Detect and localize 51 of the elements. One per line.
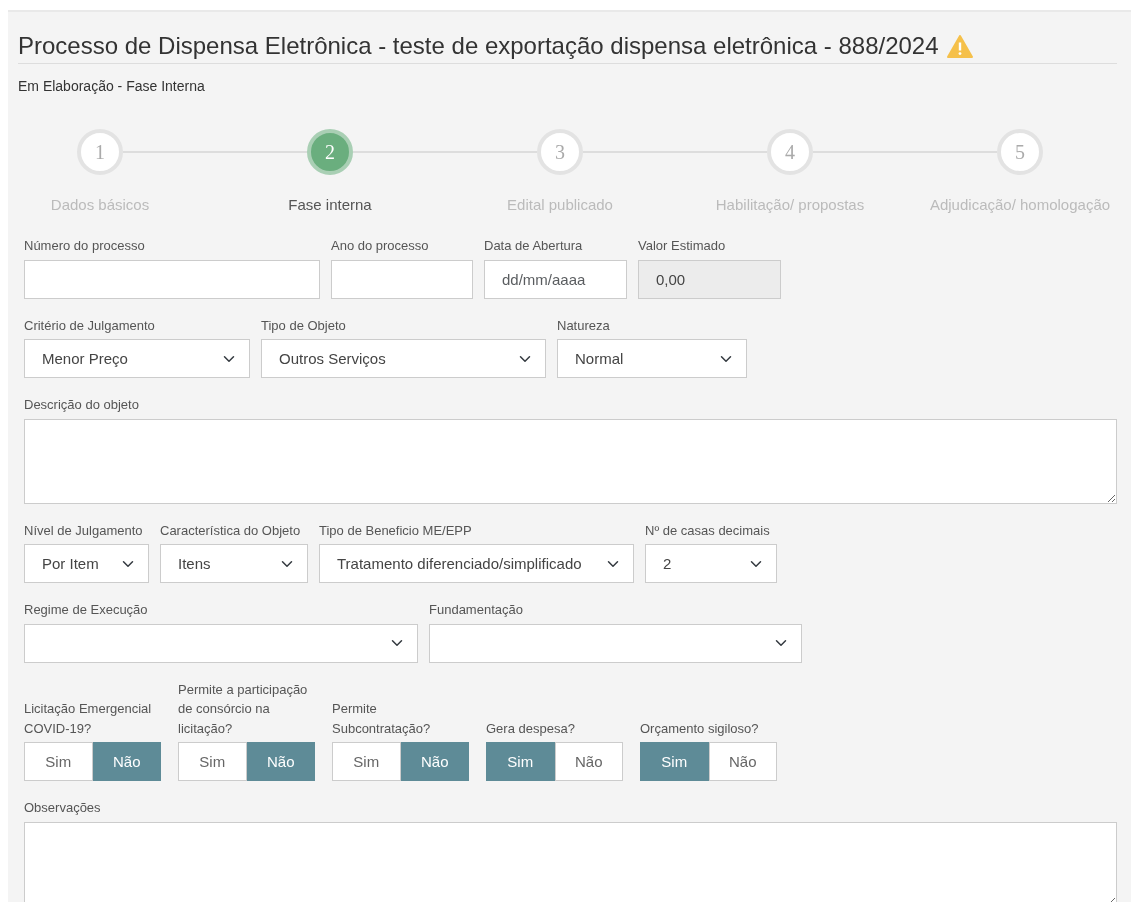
field-label: Orçamento sigiloso?: [640, 719, 760, 738]
field-label: Gera despesa?: [486, 719, 576, 738]
text-field[interactable]: dd/mm/aaaa: [484, 259, 627, 299]
step-label: Habilitação/ propostas: [715, 194, 865, 215]
toggle-option[interactable]: Não: [92, 742, 161, 782]
field-label: Tipo de Objeto: [261, 316, 347, 335]
field-label: Permite a participação de consórcio na licitação?: [178, 680, 309, 738]
field-label: Observações: [24, 799, 102, 818]
dropdown[interactable]: Menor Preço: [24, 339, 250, 379]
dropdown[interactable]: [429, 623, 802, 663]
step-label: Adjudicação/ homologação: [929, 194, 1111, 215]
step-label: Dados básicos: [50, 194, 150, 215]
field-label: Nº de casas decimais: [645, 521, 771, 540]
field-label: Data de Abertura: [484, 237, 584, 256]
toggle-option[interactable]: Não: [708, 742, 777, 782]
text-field[interactable]: [24, 259, 320, 299]
toggle-option[interactable]: Não: [554, 742, 623, 782]
page-title: Processo de Dispensa Eletrônica - teste de exportação dispensa eletrônica - 888/2024: [18, 32, 939, 61]
toggle-option[interactable]: Sim: [486, 742, 555, 782]
field-label: Valor Estimado: [638, 237, 727, 256]
field-label: Critério de Julgamento: [24, 316, 156, 335]
field-label: Regime de Execução: [24, 601, 149, 620]
text-area[interactable]: [24, 821, 1117, 902]
dropdown[interactable]: Itens: [160, 544, 308, 584]
step-label: Edital publicado: [507, 194, 613, 215]
toggle-option[interactable]: Não: [246, 742, 315, 782]
field-label: Permite Subcontratação?: [332, 700, 432, 738]
field-label: Ano do processo: [331, 237, 430, 256]
text-field[interactable]: [331, 259, 473, 299]
field-label: Característica do Objeto: [160, 521, 302, 540]
dropdown[interactable]: Outros Serviços: [261, 339, 546, 379]
dropdown[interactable]: [24, 623, 418, 663]
toggle-option[interactable]: Sim: [178, 742, 247, 782]
toggle-option[interactable]: Sim: [24, 742, 93, 782]
step-label: Fase interna: [288, 194, 372, 215]
toggle-option[interactable]: Sim: [332, 742, 401, 782]
field-label: Natureza: [557, 316, 611, 335]
field-label: Descrição do objeto: [24, 396, 140, 415]
field-label: Tipo de Beneficio ME/EPP: [319, 521, 473, 540]
text-area[interactable]: [24, 418, 1117, 504]
dropdown[interactable]: Tratamento diferenciado/simplificado: [319, 544, 634, 584]
field-label: Licitação Emergencial COVID-19?: [24, 700, 153, 738]
dropdown[interactable]: Normal: [557, 339, 747, 379]
field-label: Número do processo: [24, 237, 146, 256]
field-label: Fundamentação: [429, 601, 524, 620]
toggle-option[interactable]: Sim: [640, 742, 709, 782]
dropdown[interactable]: 2: [645, 544, 777, 584]
toggle-option[interactable]: Não: [400, 742, 469, 782]
field-label: Nível de Julgamento: [24, 521, 144, 540]
dropdown[interactable]: Por Item: [24, 544, 149, 584]
status-text: Em Elaboração - Fase Interna: [18, 76, 206, 96]
